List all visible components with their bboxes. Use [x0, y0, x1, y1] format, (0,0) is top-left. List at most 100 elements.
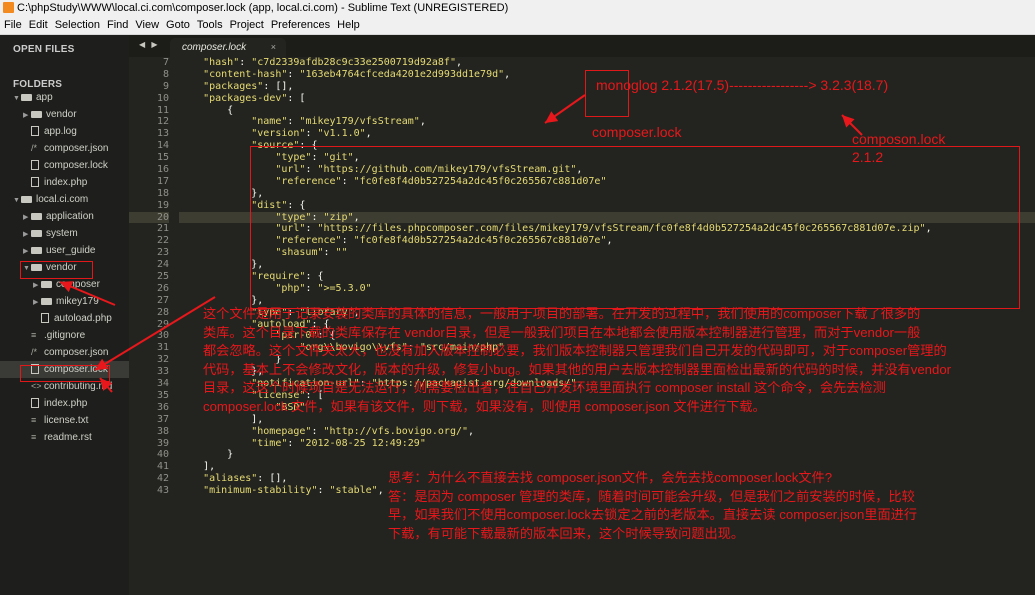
paragraph-line: composer.lock 文件，如果有该文件，则下载，如果没有，则使用 com…: [203, 398, 766, 414]
sublime-app-icon: [3, 2, 14, 13]
sidebar-item-readme-rst[interactable]: ≡ readme.rst: [0, 429, 129, 446]
folder-icon: [21, 94, 32, 101]
sidebar-item-mikey179[interactable]: ▶ mikey179: [0, 293, 129, 310]
sidebar-item-system[interactable]: ▶ system: [0, 225, 129, 242]
menu-item-view[interactable]: View: [131, 16, 162, 34]
paragraph-line: 都会忽略。这个文件夹太大，也没有加入版本控制必要，我们版本控制器只管理我们自己开…: [203, 343, 947, 359]
line-number: 21: [156, 223, 169, 235]
line-number: 42: [156, 473, 169, 485]
sidebar: OPEN FILES FOLDERS ▼ app ▶ vendor app.log/* c…: [0, 35, 129, 595]
annotation-paragraph: 这个文件是用于记录安装的类库的具体的信息，一般用于项目的部署。在开发的过程中，我…: [203, 305, 1035, 417]
line-number: 43: [156, 485, 169, 497]
think-line: 答：是因为 composer 管理的类库，随着时间可能会升级，但是我们之前安装的…: [388, 488, 915, 504]
line-number: 9: [162, 80, 169, 92]
annotation-box-composer-lock: [20, 365, 110, 382]
sidebar-item-label: .gitignore: [44, 330, 86, 341]
sidebar-item-index-php[interactable]: index.php: [0, 395, 129, 412]
line-number: 16: [156, 164, 169, 176]
sidebar-item-local-ci-com[interactable]: ▼ local.ci.com: [0, 191, 129, 208]
annotation-think: 思考：为什么不直接去找 composer.json文件，会先去找composer…: [388, 469, 917, 543]
collapse-arrow-icon[interactable]: ▶: [23, 226, 31, 243]
sidebar-item-label: autoload.php: [54, 313, 112, 324]
open-files-label: OPEN FILES: [13, 44, 75, 55]
menu-item-edit[interactable]: Edit: [25, 16, 51, 34]
menu-item-project[interactable]: Project: [226, 16, 267, 34]
paragraph-line: 类库。这个目录下载的类库保存在 vendor目录，但是一般我们项目在本地都会使用…: [203, 324, 921, 340]
folder-icon: [21, 196, 32, 203]
sidebar-item-label: index.php: [44, 398, 88, 409]
line-number: 23: [156, 247, 169, 259]
line-number: 33: [156, 366, 169, 378]
sidebar-item-vendor[interactable]: ▶ vendor: [0, 106, 129, 123]
line-number: 14: [156, 140, 169, 152]
sidebar-item-app-log[interactable]: app.log: [0, 123, 129, 140]
line-number: 38: [156, 425, 169, 437]
sidebar-item-composer-lock[interactable]: composer.lock: [0, 157, 129, 174]
menu-item-tools[interactable]: Tools: [193, 16, 226, 34]
annotation-composer-lock: composer.lock: [592, 124, 682, 140]
sidebar-item-app[interactable]: ▼ app: [0, 89, 129, 106]
code-line[interactable]: }: [179, 449, 1035, 461]
tab-close-icon[interactable]: ×: [271, 38, 276, 57]
folder-icon: [31, 230, 42, 237]
sidebar-item-label: license.txt: [44, 415, 89, 426]
folder-icon: [31, 247, 42, 254]
paragraph-line: 目录，这这个时候项目是无法运行，则需要检出者，在自己开发环境里面执行 compo…: [203, 380, 886, 396]
sidebar-item-composer-json[interactable]: /* composer.json: [0, 344, 129, 361]
line-number: 17: [156, 175, 169, 187]
line-number: 26: [156, 282, 169, 294]
sidebar-item-label: composer: [56, 279, 100, 290]
expand-arrow-icon[interactable]: ▼: [13, 192, 21, 209]
file-icon: [41, 313, 49, 323]
json-file-icon: /*: [31, 143, 38, 153]
sidebar-item-label: system: [46, 228, 78, 239]
annotation-box-vendor: [20, 261, 93, 279]
sidebar-item-license-txt[interactable]: ≡ license.txt: [0, 412, 129, 429]
menu-item-find[interactable]: Find: [103, 16, 131, 34]
line-number: 11: [156, 104, 169, 116]
sidebar-item-user-guide[interactable]: ▶ user_guide: [0, 242, 129, 259]
expand-arrow-icon[interactable]: ▼: [13, 90, 21, 107]
sidebar-item-label: index.php: [44, 177, 88, 188]
code-line[interactable]: "time": "2012-08-25 12:49:29": [179, 438, 1035, 450]
sidebar-item-composer-json[interactable]: /* composer.json: [0, 140, 129, 157]
menu-item-preferences[interactable]: Preferences: [267, 16, 333, 34]
sidebar-item-application[interactable]: ▶ application: [0, 208, 129, 225]
file-icon: [31, 177, 39, 187]
tab-nav-arrows-icon[interactable]: ◀ ▶: [139, 40, 160, 49]
sidebar-item--gitignore[interactable]: ≡ .gitignore: [0, 327, 129, 344]
line-number: 37: [156, 413, 169, 425]
collapse-arrow-icon[interactable]: ▶: [23, 209, 31, 226]
line-number: 20: [129, 211, 169, 224]
collapse-arrow-icon[interactable]: ▶: [23, 107, 31, 124]
menu-item-help[interactable]: Help: [333, 16, 363, 34]
folder-icon: [31, 213, 42, 220]
folder-icon: [41, 281, 52, 288]
sidebar-item-index-php[interactable]: index.php: [0, 174, 129, 191]
line-number: 19: [156, 199, 169, 211]
line-number: 13: [156, 128, 169, 140]
file-icon: [31, 126, 39, 136]
menu-item-selection[interactable]: Selection: [51, 16, 103, 34]
collapse-arrow-icon[interactable]: ▶: [23, 243, 31, 260]
sidebar-item-label: app: [36, 92, 53, 103]
annotation-version: 2.1.2: [852, 149, 884, 165]
line-number: 18: [156, 187, 169, 199]
line-number: 22: [156, 235, 169, 247]
collapse-arrow-icon[interactable]: ▶: [33, 294, 41, 311]
annotation-composon-lock: composon.lock: [852, 131, 946, 147]
text-file-icon: ≡: [31, 330, 37, 340]
line-number: 30: [156, 330, 169, 342]
tab-label: composer.lock: [182, 42, 247, 53]
tab-composer-lock[interactable]: composer.lock ×: [170, 38, 286, 57]
line-number: 28: [156, 306, 169, 318]
code-line[interactable]: "hash": "c7d2339afdb28c9c33e2500719d92a8…: [179, 57, 1035, 69]
menu-item-goto[interactable]: Goto: [162, 16, 193, 34]
line-number: 35: [156, 389, 169, 401]
code-line[interactable]: "homepage": "http://vfs.bovigo.org/",: [179, 426, 1035, 438]
menu-item-file[interactable]: File: [0, 16, 25, 34]
sidebar-item-label: readme.rst: [44, 432, 92, 443]
sidebar-item-autoload-php[interactable]: autoload.php: [0, 310, 129, 327]
collapse-arrow-icon[interactable]: ▶: [33, 277, 41, 294]
line-number: 40: [156, 449, 169, 461]
